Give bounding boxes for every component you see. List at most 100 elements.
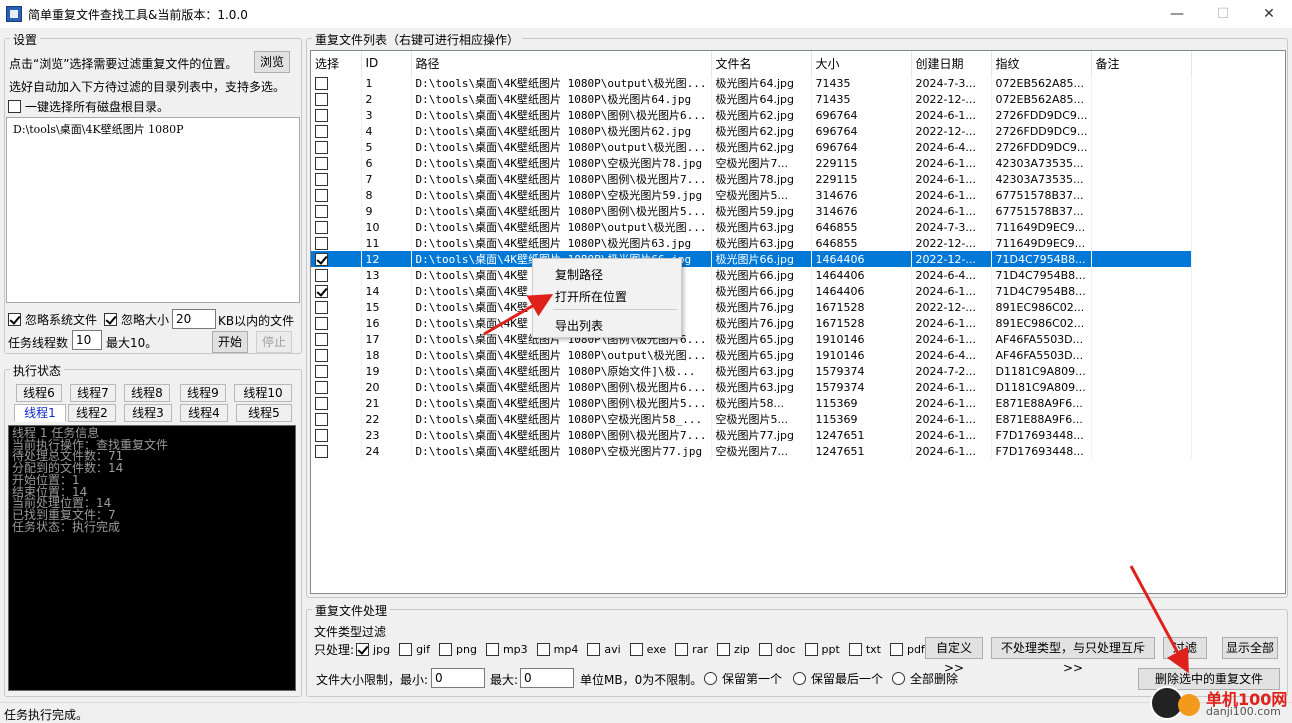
- table-row[interactable]: 22 D:\tools\桌面\4K壁纸图片 1080P\空极光图片58_... 空极…: [311, 411, 1192, 427]
- delete-all-option[interactable]: 全部删除: [892, 670, 958, 687]
- select-all-roots[interactable]: 一键选择所有磁盘根目录。: [8, 98, 169, 115]
- ignore-system-checkbox[interactable]: [8, 313, 21, 326]
- menu-copy-path[interactable]: 复制路径: [555, 266, 603, 283]
- type-checkbox[interactable]: [536, 643, 550, 656]
- table-row[interactable]: 24 D:\tools\桌面\4K壁纸图片 1080P\空极光图片77.jpg 空极…: [311, 443, 1192, 459]
- tab-thread1[interactable]: 线程1: [14, 404, 66, 422]
- menu-export-list[interactable]: 导出列表: [555, 317, 603, 334]
- table-row[interactable]: 13 D:\tools\桌面\4K壁 极光图片66.jpg 1464406 2024-6…: [311, 267, 1192, 283]
- ignore-size-checkbox[interactable]: [104, 313, 117, 326]
- table-row[interactable]: 11 D:\tools\桌面\4K壁纸图片 1080P\极光图片63.jpg 极光图…: [311, 235, 1192, 251]
- type-option-mp3[interactable]: mp3: [485, 643, 528, 656]
- tab-thread8[interactable]: 线程8: [124, 384, 170, 402]
- tab-thread3[interactable]: 线程3: [124, 404, 172, 422]
- row-checkbox[interactable]: [315, 380, 328, 394]
- tab-thread4[interactable]: 线程4: [180, 404, 228, 422]
- show-all-button[interactable]: 显示全部: [1222, 637, 1278, 659]
- row-checkbox[interactable]: [315, 140, 328, 154]
- keep-first-option[interactable]: 保留第一个: [704, 670, 782, 687]
- type-checkbox[interactable]: [716, 643, 730, 656]
- table-row[interactable]: 16 D:\tools\桌面\4K壁 极光图片76.jpg 1671528 2024-6…: [311, 315, 1192, 331]
- row-checkbox[interactable]: [315, 156, 328, 170]
- maximize-button[interactable]: ☐: [1200, 0, 1246, 28]
- row-checkbox[interactable]: [315, 204, 328, 218]
- table-row[interactable]: 18 D:\tools\桌面\4K壁纸图片 1080P\output\极光图...…: [311, 347, 1192, 363]
- tab-thread2[interactable]: 线程2: [68, 404, 116, 422]
- table-row[interactable]: 8 D:\tools\桌面\4K壁纸图片 1080P\空极光图片59.jpg 空极光…: [311, 187, 1192, 203]
- table-row[interactable]: 12D:\tools\桌面\4K壁纸图片 1080P\极光图片66.jpg极光图…: [311, 251, 1192, 267]
- type-option-avi[interactable]: avi: [587, 643, 621, 656]
- row-checkbox[interactable]: [315, 124, 328, 138]
- table-row[interactable]: 23 D:\tools\桌面\4K壁纸图片 1080P\图例\极光图片7... 极光…: [311, 427, 1192, 443]
- row-checkbox[interactable]: [315, 364, 328, 378]
- row-checkbox[interactable]: [315, 348, 328, 362]
- table-row[interactable]: 10 D:\tools\桌面\4K壁纸图片 1080P\output\极光图...…: [311, 219, 1192, 235]
- start-button[interactable]: 开始: [212, 331, 248, 353]
- minimize-button[interactable]: —: [1154, 0, 1200, 28]
- select-all-roots-checkbox[interactable]: [8, 100, 21, 113]
- type-option-txt[interactable]: txt: [848, 643, 881, 656]
- table-row[interactable]: 4 D:\tools\桌面\4K壁纸图片 1080P\极光图片62.jpg 极光图片…: [311, 123, 1192, 139]
- row-checkbox[interactable]: [315, 428, 328, 442]
- table-row[interactable]: 20 D:\tools\桌面\4K壁纸图片 1080P\图例\极光图片6... 极光…: [311, 379, 1192, 395]
- type-checkbox[interactable]: [804, 643, 818, 656]
- type-option-png[interactable]: png: [439, 643, 477, 656]
- table-row[interactable]: 21 D:\tools\桌面\4K壁纸图片 1080P\图例\极光图片5... 极光…: [311, 395, 1192, 411]
- table-row[interactable]: 6 D:\tools\桌面\4K壁纸图片 1080P\空极光图片78.jpg 空极光…: [311, 155, 1192, 171]
- tab-thread9[interactable]: 线程9: [180, 384, 226, 402]
- close-button[interactable]: ✕: [1246, 0, 1292, 28]
- row-checkbox[interactable]: [315, 252, 328, 266]
- browse-button[interactable]: 浏览: [254, 51, 290, 73]
- table-row[interactable]: 15 D:\tools\桌面\4K壁 极光图片76.jpg 1671528 2022-1…: [311, 299, 1192, 315]
- exclude-types-button[interactable]: 不处理类型，与只处理互斥>>: [991, 637, 1155, 675]
- tab-thread7[interactable]: 线程7: [70, 384, 116, 402]
- type-checkbox[interactable]: [356, 643, 370, 656]
- ignore-system[interactable]: 忽略系统文件: [8, 311, 97, 328]
- col-date[interactable]: 创建日期: [911, 51, 992, 75]
- duplicate-list[interactable]: 选择 ID 路径 文件名 大小 创建日期 指纹 备注 1 D:\tools\桌面\…: [310, 50, 1286, 594]
- type-checkbox[interactable]: [889, 643, 903, 656]
- row-checkbox[interactable]: [315, 300, 328, 314]
- table-row[interactable]: 1 D:\tools\桌面\4K壁纸图片 1080P\output\极光图... 极…: [311, 75, 1192, 91]
- menu-open-location[interactable]: 打开所在位置: [555, 288, 627, 305]
- col-filename[interactable]: 文件名: [711, 51, 812, 75]
- directory-list[interactable]: D:\tools\桌面\4K壁纸图片 1080P: [6, 117, 300, 303]
- row-checkbox[interactable]: [315, 76, 328, 90]
- type-option-rar[interactable]: rar: [675, 643, 708, 656]
- type-checkbox[interactable]: [675, 643, 689, 656]
- type-option-doc[interactable]: doc: [758, 643, 796, 656]
- row-checkbox[interactable]: [315, 412, 328, 426]
- type-checkbox[interactable]: [587, 643, 601, 656]
- table-row[interactable]: 5 D:\tools\桌面\4K壁纸图片 1080P\output\极光图... 极…: [311, 139, 1192, 155]
- directory-list-item[interactable]: D:\tools\桌面\4K壁纸图片 1080P: [7, 118, 299, 140]
- type-option-gif[interactable]: gif: [399, 643, 430, 656]
- row-checkbox[interactable]: [315, 316, 328, 330]
- custom-button[interactable]: 自定义>>: [925, 637, 983, 675]
- col-note[interactable]: 备注: [1091, 51, 1192, 75]
- row-checkbox[interactable]: [315, 332, 328, 346]
- type-checkbox[interactable]: [629, 643, 643, 656]
- tab-thread6[interactable]: 线程6: [16, 384, 62, 402]
- min-size-input[interactable]: 0: [431, 668, 485, 688]
- table-row[interactable]: 2 D:\tools\桌面\4K壁纸图片 1080P\极光图片64.jpg 极光图片…: [311, 91, 1192, 107]
- type-option-ppt[interactable]: ppt: [804, 643, 840, 656]
- type-checkbox[interactable]: [758, 643, 772, 656]
- row-checkbox[interactable]: [315, 172, 328, 186]
- type-option-mp4[interactable]: mp4: [536, 643, 578, 656]
- type-option-pdf[interactable]: pdf: [889, 643, 925, 656]
- type-option-zip[interactable]: zip: [716, 643, 750, 656]
- col-id[interactable]: ID: [361, 51, 412, 75]
- type-option-jpg[interactable]: jpg: [356, 643, 390, 656]
- delete-all-radio[interactable]: [892, 672, 905, 685]
- keep-first-radio[interactable]: [704, 672, 717, 685]
- keep-last-radio[interactable]: [793, 672, 806, 685]
- row-checkbox[interactable]: [315, 108, 328, 122]
- table-row[interactable]: 9 D:\tools\桌面\4K壁纸图片 1080P\图例\极光图片5... 极光图…: [311, 203, 1192, 219]
- col-path[interactable]: 路径: [411, 51, 712, 75]
- col-select[interactable]: 选择: [311, 51, 362, 75]
- keep-last-option[interactable]: 保留最后一个: [793, 670, 883, 687]
- type-option-exe[interactable]: exe: [629, 643, 666, 656]
- tab-thread5[interactable]: 线程5: [236, 404, 292, 422]
- ignore-size-input[interactable]: 20: [172, 309, 216, 329]
- row-checkbox[interactable]: [315, 268, 328, 282]
